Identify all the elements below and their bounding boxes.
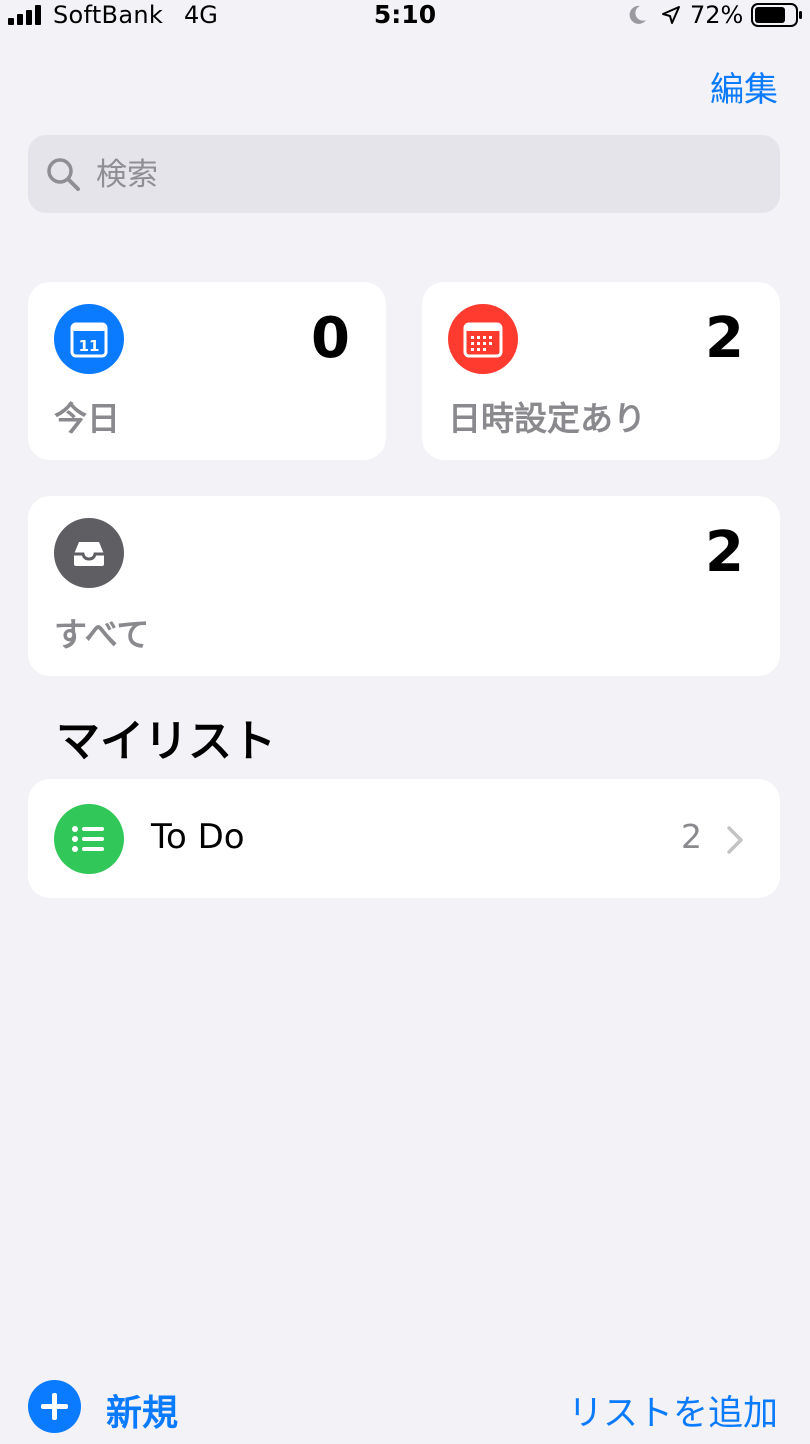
- calendar-grid-icon: [448, 304, 518, 374]
- list-bullet-icon: [54, 804, 124, 874]
- battery-percentage: 72%: [690, 1, 744, 29]
- tray-icon: [54, 518, 124, 588]
- clock: 5:10: [373, 0, 437, 29]
- location-arrow-icon: [662, 6, 680, 24]
- list-count: 2: [681, 817, 702, 856]
- search-bar[interactable]: [28, 135, 780, 213]
- today-count: 0: [311, 306, 350, 371]
- scheduled-count: 2: [705, 306, 744, 371]
- moon-icon: [629, 5, 646, 24]
- calendar-icon: 11: [54, 304, 124, 374]
- plus-icon: [28, 1380, 81, 1433]
- search-input[interactable]: [94, 151, 758, 199]
- today-card[interactable]: 11 0 今日: [28, 282, 386, 460]
- battery-icon: [751, 3, 802, 27]
- add-list-button[interactable]: リストを追加: [568, 1385, 778, 1436]
- my-lists-title: マイリスト: [56, 716, 276, 767]
- chevron-right-icon: [727, 826, 743, 854]
- list-item[interactable]: To Do 2: [28, 779, 780, 898]
- scheduled-label: 日時設定あり: [448, 399, 646, 438]
- all-card[interactable]: 2 すべて: [28, 496, 780, 676]
- all-count: 2: [705, 520, 744, 585]
- status-bar: SoftBank 4G 5:10 72%: [0, 0, 810, 32]
- list-name: To Do: [151, 817, 245, 857]
- today-label: 今日: [54, 399, 120, 438]
- search-icon: [47, 158, 80, 191]
- calendar-day-number: 11: [79, 337, 100, 355]
- all-label: すべて: [54, 615, 150, 654]
- scheduled-card[interactable]: 2 日時設定あり: [422, 282, 780, 460]
- edit-button[interactable]: 編集: [710, 62, 778, 111]
- new-reminder-label: 新規: [106, 1393, 179, 1434]
